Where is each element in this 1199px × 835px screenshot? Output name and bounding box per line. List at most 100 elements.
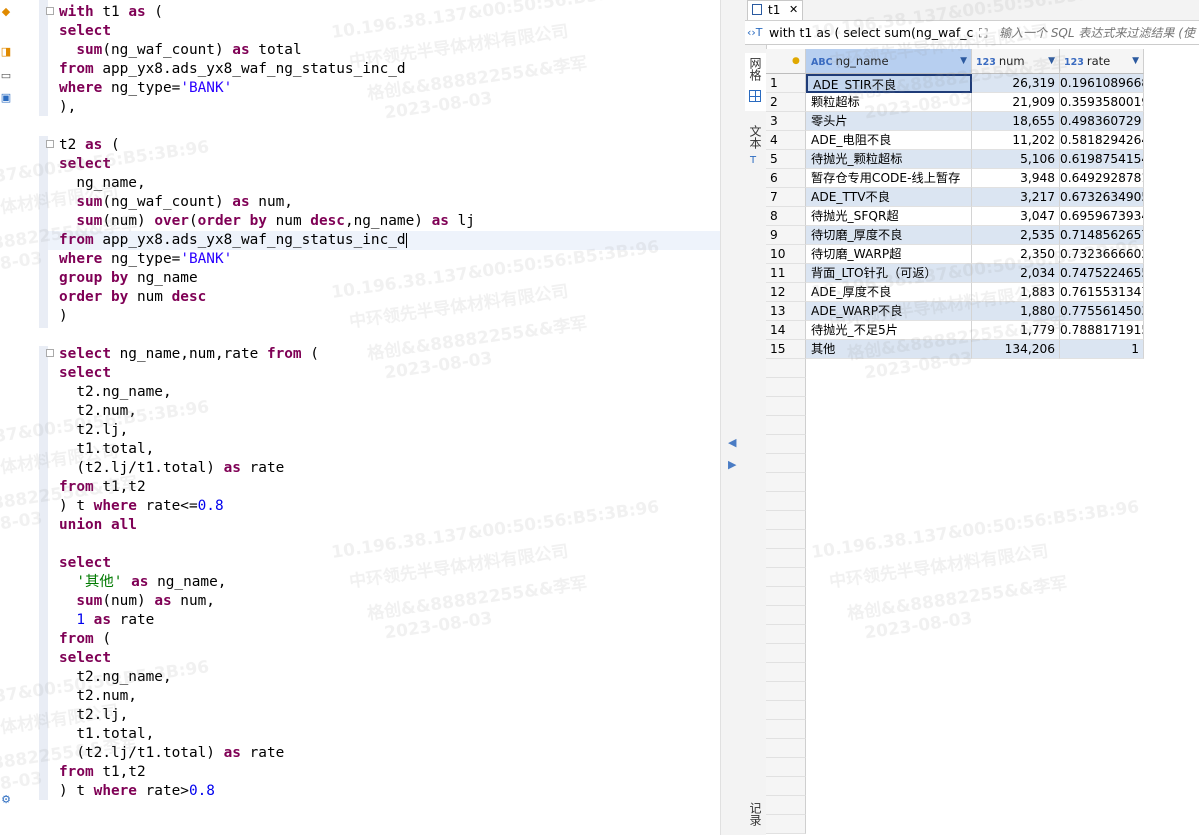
execute-icon[interactable]: ◆ <box>0 6 12 18</box>
ng-name-cell[interactable]: 暂存仓专用CODE-线上暂存 <box>806 169 972 188</box>
code-line[interactable]: (t2.lj/t1.total) as rate <box>59 744 284 763</box>
rate-cell[interactable]: 0.7475224655 <box>1060 264 1144 283</box>
rate-cell[interactable]: 0.7888171915 <box>1060 321 1144 340</box>
code-line[interactable]: where ng_type='BANK' <box>59 79 232 98</box>
ng-name-cell[interactable]: 待切磨_WARP超 <box>806 245 972 264</box>
code-line[interactable]: ) t where rate<=0.8 <box>59 497 224 516</box>
code-line[interactable]: from app_yx8.ads_yx8_waf_ng_status_inc_d <box>48 231 720 250</box>
code-line[interactable]: from t1,t2 <box>59 763 146 782</box>
expand-icon[interactable]: ⛶ <box>979 22 987 44</box>
num-cell[interactable]: 18,655 <box>972 112 1060 131</box>
fold-marker[interactable] <box>46 140 54 148</box>
column-header-rate[interactable]: 123 rate ▼ <box>1060 49 1144 74</box>
num-cell[interactable]: 2,350 <box>972 245 1060 264</box>
num-cell[interactable]: 2,535 <box>972 226 1060 245</box>
query-text[interactable]: with t1 as ( select sum(ng_waf_coun <box>769 22 974 44</box>
table-row[interactable]: 11 背面_LTO针孔（可返） 2,034 0.7475224655 <box>766 264 1144 283</box>
collapse-left-arrow-icon[interactable]: ◀ <box>728 436 736 449</box>
code-line[interactable]: select <box>59 155 111 174</box>
ng-name-cell[interactable]: 待抛光_SFQR超 <box>806 207 972 226</box>
table-row[interactable]: 10 待切磨_WARP超 2,350 0.7323666602 <box>766 245 1144 264</box>
rate-cell[interactable]: 0.1961089668 <box>1060 74 1144 93</box>
rate-cell[interactable]: 0.3593580019 <box>1060 93 1144 112</box>
code-line[interactable]: order by num desc <box>59 288 206 307</box>
code-line[interactable]: (t2.lj/t1.total) as rate <box>59 459 284 478</box>
rate-cell[interactable]: 0.7148562657 <box>1060 226 1144 245</box>
fold-marker[interactable] <box>46 7 54 15</box>
column-header-num[interactable]: 123 num ▼ <box>972 49 1060 74</box>
table-row[interactable]: 3 零头片 18,655 0.498360729 <box>766 112 1144 131</box>
code-line[interactable]: select <box>59 554 111 573</box>
code-line[interactable]: ng_name, <box>59 174 145 193</box>
ng-name-cell[interactable]: 待切磨_厚度不良 <box>806 226 972 245</box>
ng-name-cell[interactable]: ADE_TTV不良 <box>806 188 972 207</box>
table-row[interactable]: 8 待抛光_SFQR超 3,047 0.6959673934 <box>766 207 1144 226</box>
code-line[interactable]: t2.num, <box>59 687 137 706</box>
sort-dropdown-icon[interactable]: ▼ <box>1132 49 1139 74</box>
rate-cell[interactable]: 0.498360729 <box>1060 112 1144 131</box>
column-header-ng-name[interactable]: ABC ng_name ▼ <box>806 49 972 74</box>
code-line[interactable]: ) t where rate>0.8 <box>59 782 215 801</box>
table-row[interactable]: 2 颗粒超标 21,909 0.3593580019 <box>766 93 1144 112</box>
code-line[interactable]: select ng_name,num,rate from ( <box>59 345 319 364</box>
result-grid[interactable]: ● ABC ng_name ▼ 123 num ▼ 123 rate ▼ 1 ADE_S… <box>766 49 1199 835</box>
filter-input[interactable] <box>999 23 1199 42</box>
num-cell[interactable]: 26,319 <box>972 74 1060 93</box>
code-line[interactable]: from t1,t2 <box>59 478 146 497</box>
code-line[interactable]: sum(ng_waf_count) as total <box>59 41 301 60</box>
table-row[interactable]: 13 ADE_WARP不良 1,880 0.7755614503 <box>766 302 1144 321</box>
num-cell[interactable]: 134,206 <box>972 340 1060 359</box>
table-row[interactable]: 5 待抛光_颗粒超标 5,106 0.6198754154 <box>766 150 1144 169</box>
expand-right-arrow-icon[interactable]: ▶ <box>728 458 736 471</box>
code-line[interactable]: t2.lj, <box>59 421 128 440</box>
ng-name-cell[interactable]: 待抛光_颗粒超标 <box>806 150 972 169</box>
ng-name-cell[interactable]: ADE_电阻不良 <box>806 131 972 150</box>
code-line[interactable]: ), <box>59 98 76 117</box>
num-cell[interactable]: 2,034 <box>972 264 1060 283</box>
ng-name-cell[interactable]: ADE_厚度不良 <box>806 283 972 302</box>
tab-result-t1[interactable]: t1 ✕ <box>747 0 803 20</box>
plan-icon[interactable]: ◨ <box>0 46 12 58</box>
num-cell[interactable]: 5,106 <box>972 150 1060 169</box>
table-row[interactable]: 4 ADE_电阻不良 11,202 0.5818294264 <box>766 131 1144 150</box>
tab-records[interactable]: 记录 <box>748 802 764 826</box>
sort-dropdown-icon[interactable]: ▼ <box>1048 49 1055 74</box>
code-line[interactable]: t1.total, <box>59 440 154 459</box>
rate-cell[interactable]: 1 <box>1060 340 1144 359</box>
table-row[interactable]: 9 待切磨_厚度不良 2,535 0.7148562657 <box>766 226 1144 245</box>
code-line[interactable]: t1.total, <box>59 725 154 744</box>
table-row[interactable]: 14 待抛光_不足5片 1,779 0.7888171915 <box>766 321 1144 340</box>
code-line[interactable]: where ng_type='BANK' <box>59 250 232 269</box>
code-line[interactable]: from app_yx8.ads_yx8_waf_ng_status_inc_d <box>59 60 406 79</box>
panel-splitter[interactable]: ◀ ▶ <box>720 0 746 835</box>
code-line[interactable]: select <box>59 649 111 668</box>
num-cell[interactable]: 3,047 <box>972 207 1060 226</box>
code-line[interactable]: union all <box>59 516 137 535</box>
rate-cell[interactable]: 0.6492928781 <box>1060 169 1144 188</box>
table-row[interactable]: 12 ADE_厚度不良 1,883 0.7615531347 <box>766 283 1144 302</box>
settings-icon[interactable]: ⚙ <box>0 794 12 806</box>
code-line[interactable]: sum(num) as num, <box>59 592 215 611</box>
code-line[interactable]: t2.ng_name, <box>59 668 171 687</box>
grid-view-icon[interactable] <box>749 90 761 102</box>
code-line[interactable]: 1 as rate <box>59 611 154 630</box>
code-line[interactable]: ) <box>59 307 68 326</box>
code-line[interactable]: from ( <box>59 630 111 649</box>
ng-name-cell[interactable]: ADE_WARP不良 <box>806 302 972 321</box>
code-line[interactable]: t2 as ( <box>59 136 120 155</box>
code-line[interactable]: group by ng_name <box>59 269 198 288</box>
rate-cell[interactable]: 0.7615531347 <box>1060 283 1144 302</box>
code-line[interactable]: '其他' as ng_name, <box>59 573 226 592</box>
num-cell[interactable]: 3,217 <box>972 188 1060 207</box>
num-cell[interactable]: 21,909 <box>972 93 1060 112</box>
sql-editor[interactable]: with t1 as (select sum(ng_waf_count) as … <box>12 0 720 835</box>
text-view-icon[interactable]: T <box>750 155 756 166</box>
rate-cell[interactable]: 0.6198754154 <box>1060 150 1144 169</box>
rate-cell[interactable]: 0.5818294264 <box>1060 131 1144 150</box>
code-line[interactable]: t2.ng_name, <box>59 383 171 402</box>
terminal-icon[interactable]: ▣ <box>0 92 12 104</box>
num-cell[interactable]: 11,202 <box>972 131 1060 150</box>
rate-cell[interactable]: 0.7755614503 <box>1060 302 1144 321</box>
table-row[interactable]: 15 其他 134,206 1 <box>766 340 1144 359</box>
rate-cell[interactable]: 0.7323666602 <box>1060 245 1144 264</box>
